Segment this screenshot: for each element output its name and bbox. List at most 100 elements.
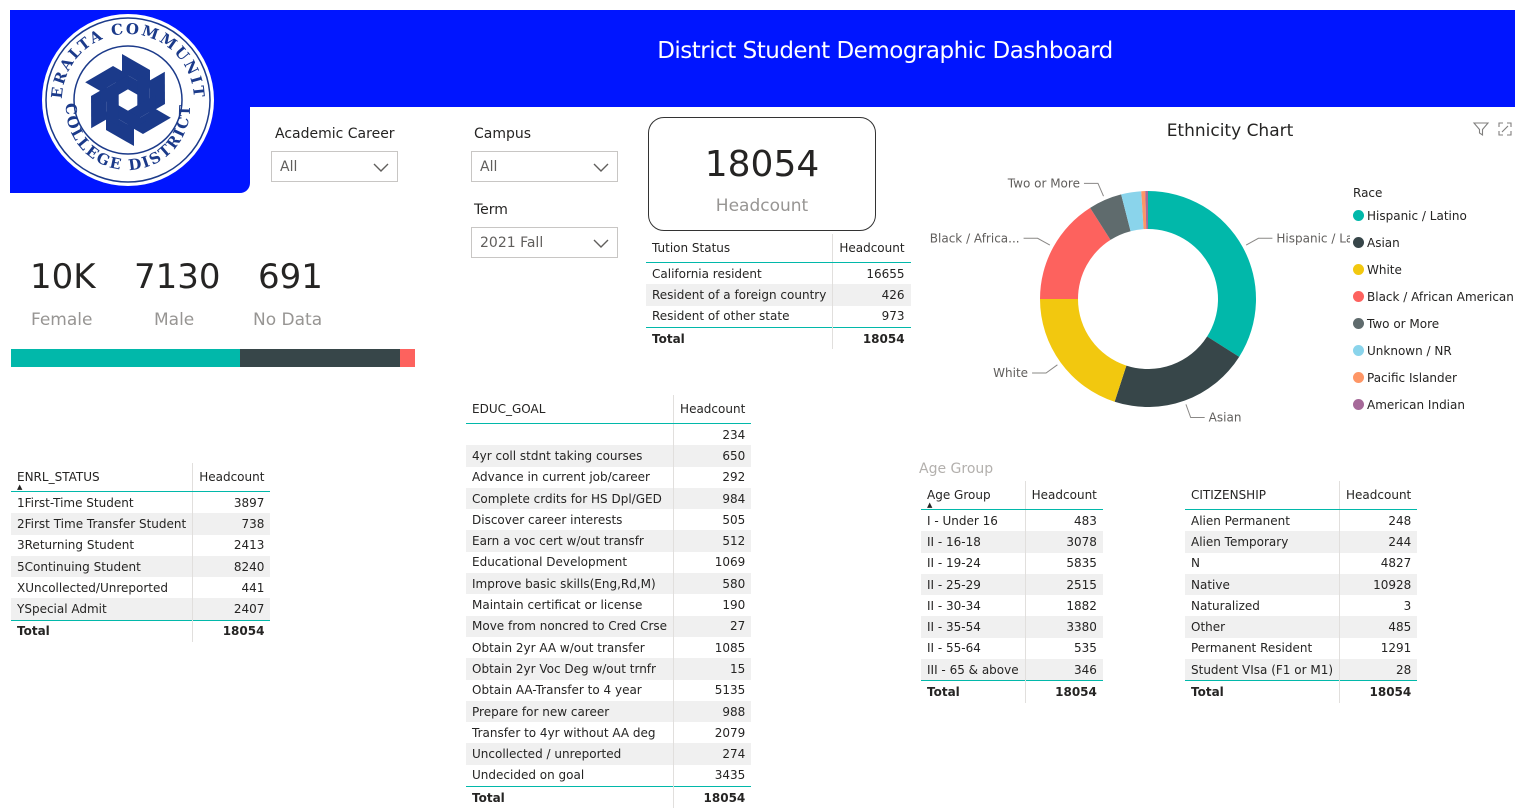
total-value: 18054: [1024, 680, 1103, 703]
column-header-value[interactable]: Headcount: [1339, 481, 1418, 510]
table-row[interactable]: II - 16-18 3078: [921, 531, 1103, 553]
legend-item[interactable]: Pacific Islander: [1353, 364, 1514, 391]
legend-label: Unknown / NR: [1367, 343, 1452, 358]
table-row[interactable]: III - 65 & above 346: [921, 659, 1103, 681]
table-row[interactable]: 1First-Time Student 3897: [11, 491, 271, 514]
table-row[interactable]: Undecided on goal 3435: [466, 764, 752, 787]
table-row[interactable]: XUncollected/Unreported 441: [11, 577, 271, 599]
table-row[interactable]: Transfer to 4yr without AA deg 2079: [466, 722, 752, 744]
legend-label: Black / African American: [1367, 289, 1514, 304]
table-row[interactable]: 2First Time Transfer Student 738: [11, 513, 271, 535]
table-row[interactable]: II - 25-29 2515: [921, 573, 1103, 596]
row-value: 3435: [673, 764, 752, 787]
table-row[interactable]: Permanent Resident 1291: [1185, 637, 1418, 660]
legend-item[interactable]: Black / African American: [1353, 283, 1514, 310]
donut-slice-hispanic-latino[interactable]: [1148, 191, 1256, 357]
donut-slice-white[interactable]: [1040, 299, 1127, 402]
focus-mode-icon[interactable]: [1497, 121, 1513, 137]
table-row[interactable]: I - Under 16 483: [921, 509, 1103, 532]
column-header-value[interactable]: Headcount: [1024, 481, 1103, 510]
tuition-status-table: Tution Status Headcount California residen…: [646, 234, 911, 350]
table-row[interactable]: Other 485: [1185, 616, 1418, 638]
table-row[interactable]: 234: [466, 423, 752, 446]
donut-slice-asian[interactable]: [1114, 336, 1240, 407]
column-header-value[interactable]: Headcount: [673, 395, 752, 424]
table-row[interactable]: Advance in current job/career 292: [466, 466, 752, 488]
row-label: Student VIsa (F1 or M1): [1185, 659, 1340, 681]
table-row[interactable]: Prepare for new career 988: [466, 700, 752, 723]
column-header-label[interactable]: Tution Status: [646, 234, 833, 263]
row-value: 2515: [1024, 573, 1103, 596]
table-row[interactable]: II - 55-64 535: [921, 637, 1103, 660]
campus-dropdown[interactable]: All: [471, 151, 618, 182]
table-row[interactable]: II - 19-24 5835: [921, 552, 1103, 574]
term-dropdown[interactable]: 2021 Fall: [471, 227, 618, 258]
table-row[interactable]: Native 10928: [1185, 573, 1418, 596]
legend-item[interactable]: Asian: [1353, 229, 1514, 256]
gender-bar-segment-male[interactable]: [239, 349, 400, 367]
row-label: Earn a voc cert w/out transfr: [466, 530, 674, 552]
table-row[interactable]: Educational Development 1069: [466, 551, 752, 574]
legend-item[interactable]: Two or More: [1353, 310, 1514, 337]
table-row[interactable]: Resident of other state 973: [646, 305, 911, 328]
table-row[interactable]: Maintain certificat or license 190: [466, 594, 752, 616]
gender-bar-segment-female[interactable]: [11, 349, 240, 367]
row-value: 441: [192, 577, 271, 599]
table-row[interactable]: Obtain 2yr AA w/out transfer 1085: [466, 636, 752, 659]
table-row[interactable]: Discover career interests 505: [466, 509, 752, 531]
legend-marker: [1353, 345, 1364, 356]
chevron-down-icon: [593, 239, 609, 248]
column-header-label[interactable]: Age Group ▲: [921, 481, 1026, 510]
table-row[interactable]: Resident of a foreign country 426: [646, 284, 911, 306]
row-value: 15: [673, 658, 752, 680]
table-row[interactable]: Obtain 2yr Voc Deg w/out trnfr 15: [466, 658, 752, 680]
row-label: II - 25-29: [921, 573, 1026, 596]
row-value: 190: [673, 594, 752, 616]
table-row[interactable]: Uncollected / unreported 274: [466, 743, 752, 765]
table-row[interactable]: California resident 16655: [646, 262, 911, 285]
data-label: Black / Africa...: [930, 231, 1020, 245]
row-label: I - Under 16: [927, 513, 998, 528]
total-label: Total: [646, 326, 833, 350]
table-row[interactable]: YSpecial Admit 2407: [11, 598, 271, 621]
table-row[interactable]: Improve basic skills(Eng,Rd,M) 580: [466, 573, 752, 595]
column-header-label[interactable]: CITIZENSHIP: [1185, 481, 1340, 510]
table-row[interactable]: Move from noncred to Cred Crse 27: [466, 615, 752, 637]
row-label: Maintain certificat or license: [472, 598, 643, 613]
row-label: Educational Development: [472, 555, 628, 570]
legend-item[interactable]: White: [1353, 256, 1514, 283]
term-label: Term: [474, 202, 508, 218]
table-row[interactable]: Student VIsa (F1 or M1) 28: [1185, 659, 1418, 681]
legend-marker: [1353, 291, 1364, 302]
table-row[interactable]: 3Returning Student 2413: [11, 534, 271, 556]
table-row[interactable]: Alien Permanent 248: [1185, 509, 1418, 532]
gender-bar-segment-no-data[interactable]: [399, 349, 415, 367]
campus-value: All: [480, 158, 498, 175]
table-row[interactable]: Alien Temporary 244: [1185, 531, 1418, 553]
table-row[interactable]: N 4827: [1185, 552, 1418, 574]
column-header-label[interactable]: ENRL_STATUS ▲: [11, 463, 193, 492]
table-row[interactable]: Obtain AA-Transfer to 4 year 5135: [466, 679, 752, 701]
row-label: N: [1191, 556, 1200, 571]
table-row[interactable]: 4yr coll stdnt taking courses 650: [466, 445, 752, 467]
filter-icon[interactable]: [1472, 121, 1490, 137]
row-label: California resident: [652, 266, 762, 281]
column-header-value[interactable]: Headcount: [832, 234, 911, 263]
column-header-label[interactable]: EDUC_GOAL: [466, 395, 674, 424]
row-label: Undecided on goal: [472, 768, 585, 783]
legend-item[interactable]: Hispanic / Latino: [1353, 202, 1514, 229]
total-row: Total 18054: [466, 786, 752, 808]
table-row[interactable]: 5Continuing Student 8240: [11, 555, 271, 578]
column-header-value[interactable]: Headcount: [192, 463, 271, 492]
table-row[interactable]: Complete crdits for HS Dpl/GED 984: [466, 487, 752, 510]
legend-item[interactable]: Unknown / NR: [1353, 337, 1514, 364]
academic-career-dropdown[interactable]: All: [271, 151, 398, 182]
table-row[interactable]: Earn a voc cert w/out transfr 512: [466, 530, 752, 552]
legend-title: Race: [1353, 186, 1383, 200]
legend-item[interactable]: American Indian: [1353, 391, 1514, 418]
table-row[interactable]: II - 35-54 3380: [921, 616, 1103, 638]
table-row[interactable]: II - 30-34 1882: [921, 595, 1103, 617]
row-label: Prepare for new career: [466, 700, 674, 723]
table-row[interactable]: Naturalized 3: [1185, 595, 1418, 617]
row-label: Move from noncred to Cred Crse: [466, 615, 674, 637]
